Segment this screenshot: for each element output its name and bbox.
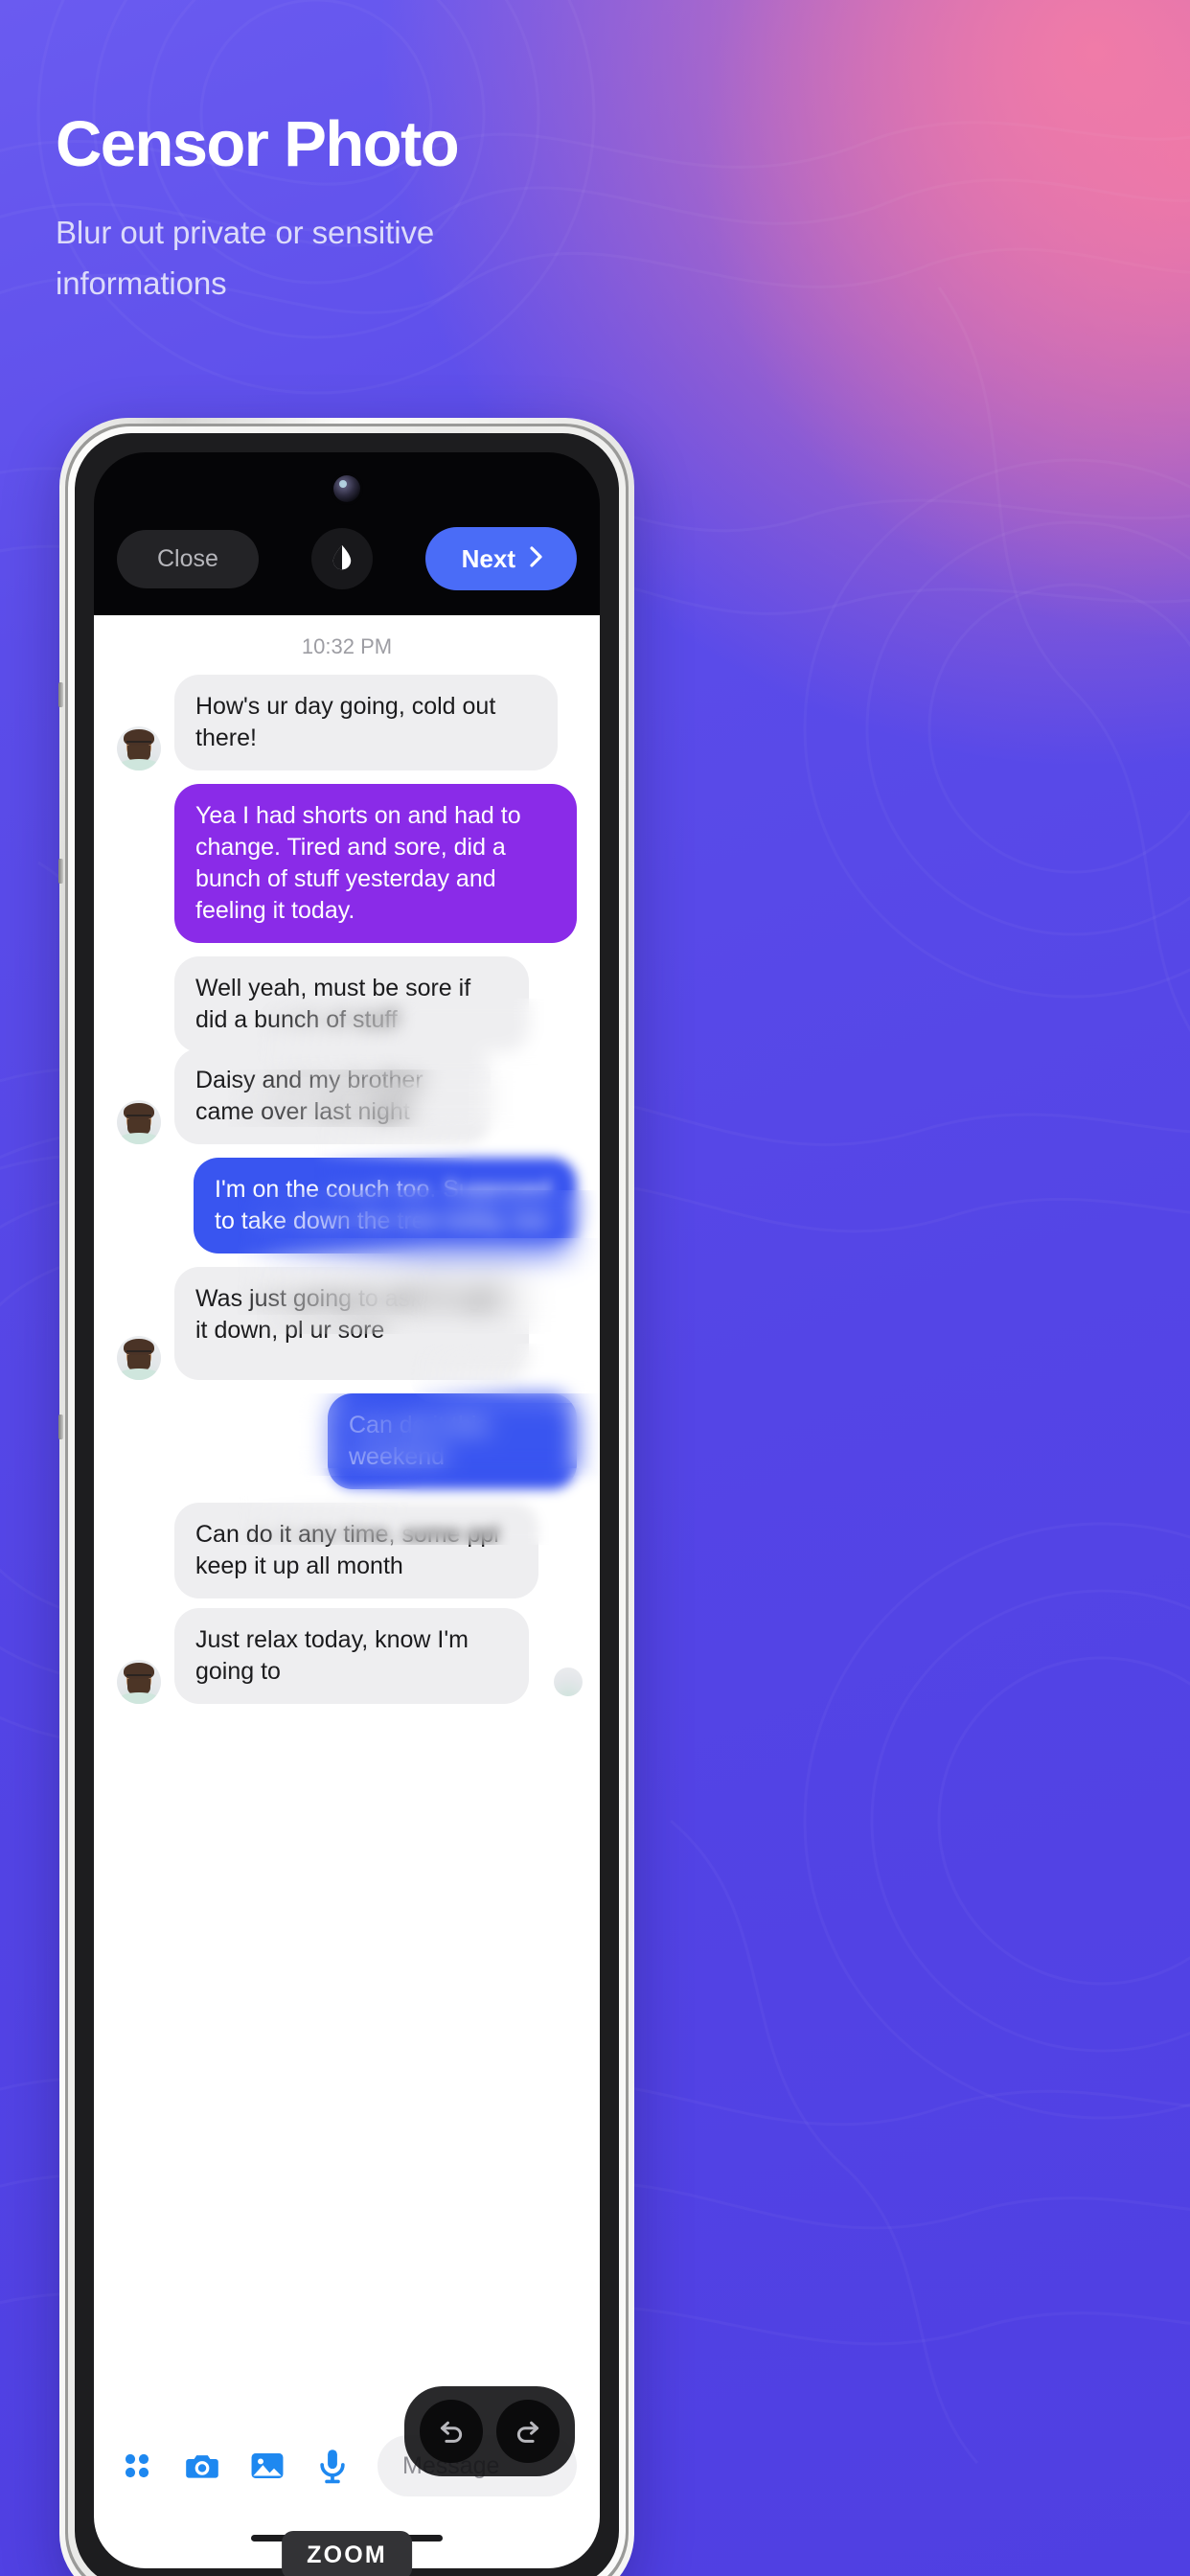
- phone-mockup: Close Next 10:32 PM How's ur day going, …: [58, 418, 634, 2576]
- avatar: [117, 1336, 161, 1380]
- message-bubble[interactable]: Just relax today, know I'm going to: [174, 1608, 529, 1704]
- undo-button[interactable]: [420, 2400, 483, 2463]
- page-title: Censor Photo: [56, 108, 460, 180]
- front-camera-icon: [333, 475, 360, 502]
- avatar-spacer: [117, 1008, 161, 1052]
- chat-message-row: How's ur day going, cold out there!: [94, 675, 600, 770]
- message-bubble[interactable]: Daisy and my brother came over last nigh…: [174, 1048, 491, 1144]
- message-bubble[interactable]: How's ur day going, cold out there!: [174, 675, 558, 770]
- chat-message-row: Well yeah, must be sore if did a bunch o…: [94, 956, 600, 1052]
- avatar: [117, 1100, 161, 1144]
- avatar: [117, 1660, 161, 1704]
- chat-message-row: Was just going to ask if u got it down, …: [94, 1267, 600, 1380]
- message-bubble[interactable]: Can do it this weekend: [328, 1393, 577, 1489]
- next-button[interactable]: Next: [424, 527, 577, 590]
- editor-toolbar: Close Next: [94, 506, 600, 611]
- contrast-droplet-button[interactable]: [310, 528, 373, 589]
- read-receipt-avatar: [554, 1668, 583, 1696]
- phone-screen: Close Next 10:32 PM How's ur day going, …: [94, 452, 600, 2568]
- message-bubble[interactable]: Can do it any time, some ppl keep it up …: [174, 1503, 538, 1598]
- microphone-icon[interactable]: [312, 2446, 353, 2486]
- avatar-spacer: [117, 1554, 161, 1598]
- close-button[interactable]: Close: [117, 529, 259, 588]
- chat-message-row: Daisy and my brother came over last nigh…: [94, 1048, 600, 1144]
- zoom-badge: ZOOM: [282, 2531, 412, 2576]
- phone-side-button-volume-up[interactable]: [58, 682, 63, 707]
- phone-bezel: Close Next 10:32 PM How's ur day going, …: [75, 433, 619, 2576]
- undo-icon: [435, 2414, 468, 2450]
- phone-side-button-volume-down[interactable]: [58, 859, 63, 884]
- phone-side-button-power[interactable]: [58, 1414, 63, 1439]
- next-button-label: Next: [461, 544, 515, 573]
- gallery-icon[interactable]: [247, 2446, 287, 2486]
- chat-message-row: I'm on the couch too. Supposed to take d…: [94, 1158, 600, 1254]
- contrast-droplet-icon: [326, 541, 358, 577]
- chat-message-row: Just relax today, know I'm going to: [94, 1608, 600, 1704]
- avatar: [117, 726, 161, 770]
- apps-grid-icon[interactable]: [117, 2446, 157, 2486]
- page-subtitle: Blur out private or sensitive informatio…: [56, 215, 435, 302]
- chat-message-row: Can do it this weekend: [94, 1393, 600, 1489]
- message-bubble[interactable]: I'm on the couch too. Supposed to take d…: [194, 1158, 577, 1254]
- undo-redo-toolbar: [404, 2386, 575, 2476]
- chat-message-row: Can do it any time, some ppl keep it up …: [94, 1503, 600, 1598]
- camera-icon[interactable]: [182, 2446, 222, 2486]
- chevron-right-icon: [527, 544, 546, 573]
- redo-icon: [512, 2414, 544, 2450]
- chat-timestamp: 10:32 PM: [301, 634, 393, 658]
- message-bubble[interactable]: Yea I had shorts on and had to change. T…: [174, 784, 577, 943]
- message-bubble[interactable]: Was just going to ask if u got it down, …: [174, 1267, 529, 1380]
- message-bubble[interactable]: Well yeah, must be sore if did a bunch o…: [174, 956, 529, 1052]
- chat-canvas: 10:32 PM How's ur day going, cold out th…: [94, 615, 600, 2568]
- redo-button[interactable]: [496, 2400, 560, 2463]
- chat-message-row: Yea I had shorts on and had to change. T…: [94, 784, 600, 943]
